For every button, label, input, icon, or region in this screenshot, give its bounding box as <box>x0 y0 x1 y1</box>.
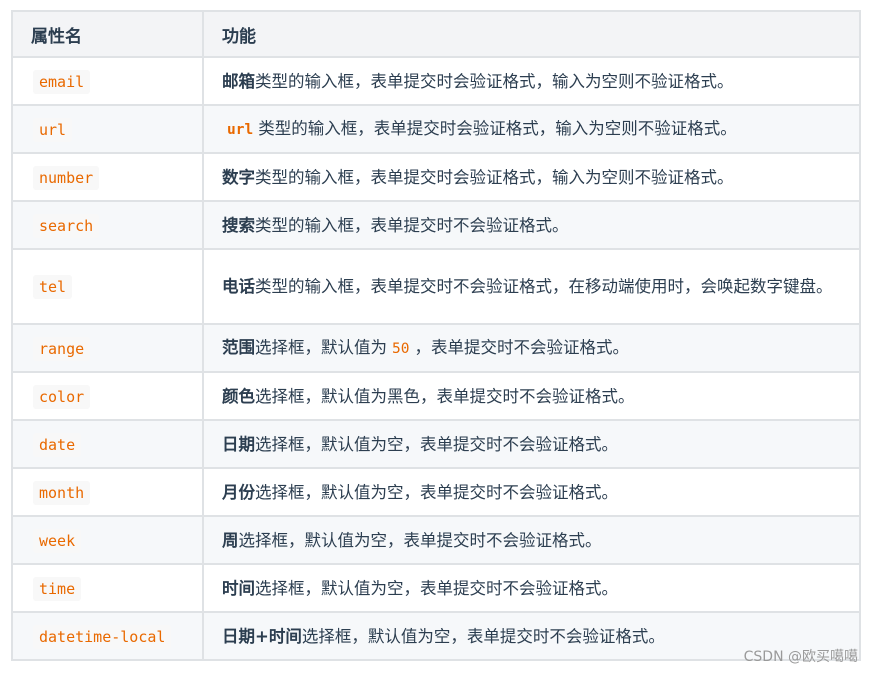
function-text: 选择框，默认值为黑色，表单提交时不会验证格式。 <box>255 386 635 406</box>
table-row: time 时间选择框，默认值为空，表单提交时不会验证格式。 <box>11 563 861 613</box>
attr-cell: date <box>11 419 204 469</box>
table-header-row: 属性名 功能 <box>11 10 861 58</box>
inline-code: url <box>227 121 254 138</box>
type-keyword: 搜索 <box>222 215 255 235</box>
attributes-table: 属性名 功能 email 邮箱类型的输入框，表单提交时会验证格式，输入为空则不验… <box>11 10 861 661</box>
type-keyword: 时间 <box>222 578 255 598</box>
table-row: search 搜索类型的输入框，表单提交时不会验证格式。 <box>11 200 861 250</box>
attr-code: color <box>33 384 91 409</box>
attr-code: email <box>33 69 91 94</box>
type-keyword: 颜色 <box>222 386 255 406</box>
type-keyword: 月份 <box>222 482 255 502</box>
function-cell: 邮箱类型的输入框，表单提交时会验证格式，输入为空则不验证格式。 <box>202 56 861 106</box>
function-cell: url 类型的输入框，表单提交时会验证格式，输入为空则不验证格式。 <box>202 104 861 154</box>
table-row: range 范围选择框，默认值为 50 ，表单提交时不会验证格式。 <box>11 323 861 373</box>
attr-cell: number <box>11 152 204 202</box>
type-keyword: 邮箱 <box>222 71 255 91</box>
function-text: 类型的输入框，表单提交时会验证格式，输入为空则不验证格式。 <box>255 167 734 187</box>
attr-code: month <box>33 480 91 505</box>
function-cell: 月份选择框，默认值为空，表单提交时不会验证格式。 <box>202 467 861 517</box>
function-text: 选择框，默认值为空，表单提交时不会验证格式。 <box>301 626 665 646</box>
table-row: tel 电话类型的输入框，表单提交时不会验证格式，在移动端使用时，会唤起数字键盘… <box>11 248 861 325</box>
type-keyword: 周 <box>222 530 239 550</box>
attr-cell: url <box>11 104 204 154</box>
attr-code: week <box>33 528 82 553</box>
attr-code: time <box>33 576 82 601</box>
function-cell: 周选择框，默认值为空，表单提交时不会验证格式。 <box>202 515 861 565</box>
attr-code: range <box>33 336 91 361</box>
attr-cell: week <box>11 515 204 565</box>
table-row: week 周选择框，默认值为空，表单提交时不会验证格式。 <box>11 515 861 565</box>
attr-code: search <box>33 213 100 238</box>
attr-cell: range <box>11 323 204 373</box>
table-row: date 日期选择框，默认值为空，表单提交时不会验证格式。 <box>11 419 861 469</box>
table-row: color 颜色选择框，默认值为黑色，表单提交时不会验证格式。 <box>11 371 861 421</box>
attr-cell: email <box>11 56 204 106</box>
attr-code: number <box>33 165 100 190</box>
inline-code: 50 <box>392 340 410 357</box>
table-body: email 邮箱类型的输入框，表单提交时会验证格式，输入为空则不验证格式。 ur… <box>11 56 861 661</box>
attr-cell: color <box>11 371 204 421</box>
attr-code: datetime-local <box>33 624 172 649</box>
type-keyword: 日期+时间 <box>222 626 302 646</box>
attr-code: tel <box>33 275 73 299</box>
function-text: 选择框，默认值为空，表单提交时不会验证格式。 <box>238 530 602 550</box>
function-cell: 数字类型的输入框，表单提交时会验证格式，输入为空则不验证格式。 <box>202 152 861 202</box>
function-cell: 日期选择框，默认值为空，表单提交时不会验证格式。 <box>202 419 861 469</box>
function-text: 类型的输入框，表单提交时不会验证格式。 <box>255 215 569 235</box>
function-text: ，表单提交时不会验证格式。 <box>414 337 629 357</box>
function-text: 选择框，默认值为空，表单提交时不会验证格式。 <box>255 578 618 598</box>
table-row: month 月份选择框，默认值为空，表单提交时不会验证格式。 <box>11 467 861 517</box>
header-function: 功能 <box>202 10 861 58</box>
attr-code: date <box>33 432 82 457</box>
type-keyword: 数字 <box>222 167 255 187</box>
header-attr-name: 属性名 <box>11 10 204 58</box>
function-text: 选择框，默认值为 <box>255 337 387 357</box>
attributes-table-container: 属性名 功能 email 邮箱类型的输入框，表单提交时会验证格式，输入为空则不验… <box>11 10 861 661</box>
type-keyword: 范围 <box>222 337 255 357</box>
table-row: datetime-local 日期+时间选择框，默认值为空，表单提交时不会验证格… <box>11 611 861 661</box>
attr-code: url <box>33 117 73 142</box>
table-row: url url 类型的输入框，表单提交时会验证格式，输入为空则不验证格式。 <box>11 104 861 154</box>
function-text: 选择框，默认值为空，表单提交时不会验证格式。 <box>255 434 618 454</box>
table-row: email 邮箱类型的输入框，表单提交时会验证格式，输入为空则不验证格式。 <box>11 56 861 106</box>
attr-cell: time <box>11 563 204 613</box>
watermark-text: CSDN @欧买噶噶 <box>743 649 858 665</box>
function-cell: 范围选择框，默认值为 50 ，表单提交时不会验证格式。 <box>202 323 861 373</box>
function-cell: 电话类型的输入框，表单提交时不会验证格式，在移动端使用时，会唤起数字键盘。 <box>202 248 861 325</box>
attr-cell: search <box>11 200 204 250</box>
attr-cell: month <box>11 467 204 517</box>
attr-cell: datetime-local <box>11 611 204 661</box>
function-text: 选择框，默认值为空，表单提交时不会验证格式。 <box>255 482 618 502</box>
type-keyword: 电话 <box>222 277 255 296</box>
type-keyword: 日期 <box>222 434 255 454</box>
function-cell: 颜色选择框，默认值为黑色，表单提交时不会验证格式。 <box>202 371 861 421</box>
function-cell: 时间选择框，默认值为空，表单提交时不会验证格式。 <box>202 563 861 613</box>
function-cell: 搜索类型的输入框，表单提交时不会验证格式。 <box>202 200 861 250</box>
table-row: number 数字类型的输入框，表单提交时会验证格式，输入为空则不验证格式。 <box>11 152 861 202</box>
function-text: 类型的输入框，表单提交时不会验证格式，在移动端使用时，会唤起数字键盘。 <box>255 277 833 296</box>
function-text: 类型的输入框，表单提交时会验证格式，输入为空则不验证格式。 <box>255 71 734 91</box>
table-header: 属性名 功能 <box>11 10 861 58</box>
attr-cell: tel <box>11 248 204 325</box>
function-text: 类型的输入框，表单提交时会验证格式，输入为空则不验证格式。 <box>258 118 737 138</box>
